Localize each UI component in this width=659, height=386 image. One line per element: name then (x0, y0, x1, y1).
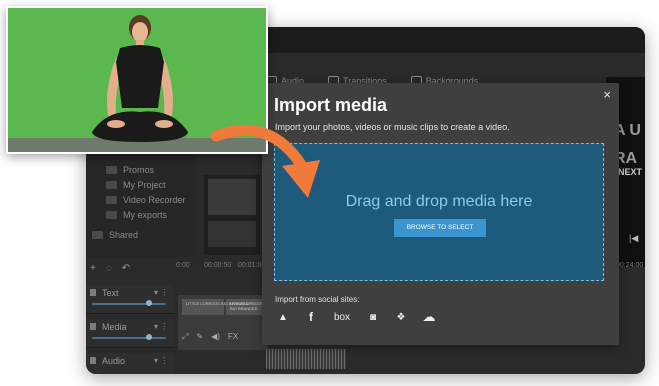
track-label: Media (102, 322, 127, 332)
folder-icon (106, 195, 117, 204)
onedrive-icon[interactable]: ☁ (421, 309, 437, 324)
clip-tools: ⤢ ✎ ◀) FX (182, 332, 238, 342)
ruler-tick: 00:00:50 (204, 262, 232, 269)
dropbox-icon[interactable]: ❖ (393, 310, 409, 324)
ruler-tick: 0:00 (176, 262, 190, 269)
track-menu-icon[interactable]: ▾ ⋮ (154, 288, 168, 297)
track-volume-slider[interactable] (92, 337, 166, 339)
ruler-tick: 00:24:00 (616, 262, 644, 269)
folder-item-video-recorder[interactable]: Video Recorder (106, 192, 185, 207)
track-audio[interactable]: Audio ▾ ⋮ (86, 353, 174, 374)
social-label: Import from social sites: (275, 295, 360, 304)
folder-item-my-project[interactable]: My Project (106, 177, 185, 192)
facebook-icon[interactable]: f (303, 310, 319, 324)
pen-icon[interactable]: ✎ (196, 332, 203, 342)
track-volume-knob[interactable] (146, 334, 152, 340)
folder-label: Promos (123, 164, 155, 175)
social-icons: ▲ f box ◙ ❖ ☁ (275, 309, 437, 324)
folder-label: Shared (109, 229, 139, 240)
browse-button[interactable]: BROWSE TO SELECT (394, 219, 486, 237)
trim-icon[interactable]: ⤢ (182, 332, 188, 342)
folder-label: Video Recorder (123, 194, 186, 205)
track-label: Audio (102, 356, 126, 366)
text-track-icon (90, 289, 96, 296)
preview-next-label: NEXT (618, 167, 643, 177)
fx-icon[interactable]: FX (228, 332, 238, 342)
volume-icon[interactable]: ◀) (211, 332, 220, 342)
arrow-icon (210, 124, 320, 198)
track-text[interactable]: Text ▾ ⋮ (86, 285, 174, 314)
media-thumbnail[interactable] (208, 221, 256, 247)
instagram-icon[interactable]: ◙ (365, 310, 381, 324)
folder-icon (106, 180, 117, 189)
folder-item-promos[interactable]: Promos (106, 162, 185, 177)
folder-icon (106, 210, 117, 219)
close-icon[interactable]: × (603, 87, 611, 102)
track-volume-knob[interactable] (146, 300, 152, 306)
google-drive-icon[interactable]: ▲ (275, 310, 291, 324)
audio-waveform (266, 349, 346, 369)
folder-icon (106, 165, 117, 174)
box-icon[interactable]: box (331, 310, 353, 324)
track-label: Text (102, 288, 119, 298)
track-volume-slider[interactable] (92, 303, 166, 305)
folder-label: My exports (123, 209, 168, 220)
folder-icon (92, 230, 103, 239)
folder-item-shared[interactable]: Shared (92, 227, 138, 242)
folder-item-my-exports[interactable]: My exports (106, 207, 185, 222)
track-menu-icon[interactable]: ▾ ⋮ (154, 322, 168, 331)
folder-label: My Project (123, 179, 166, 190)
track-menu-icon[interactable]: ▾ ⋮ (154, 356, 168, 365)
skip-back-icon[interactable]: |◀ (629, 233, 638, 244)
track-media[interactable]: Media ▾ ⋮ (86, 319, 174, 348)
media-track-icon (90, 323, 96, 330)
dialog-title: Import media (274, 95, 388, 115)
audio-track-icon (90, 357, 96, 364)
folder-list: Promos My Project Video Recorder My expo… (106, 162, 185, 222)
